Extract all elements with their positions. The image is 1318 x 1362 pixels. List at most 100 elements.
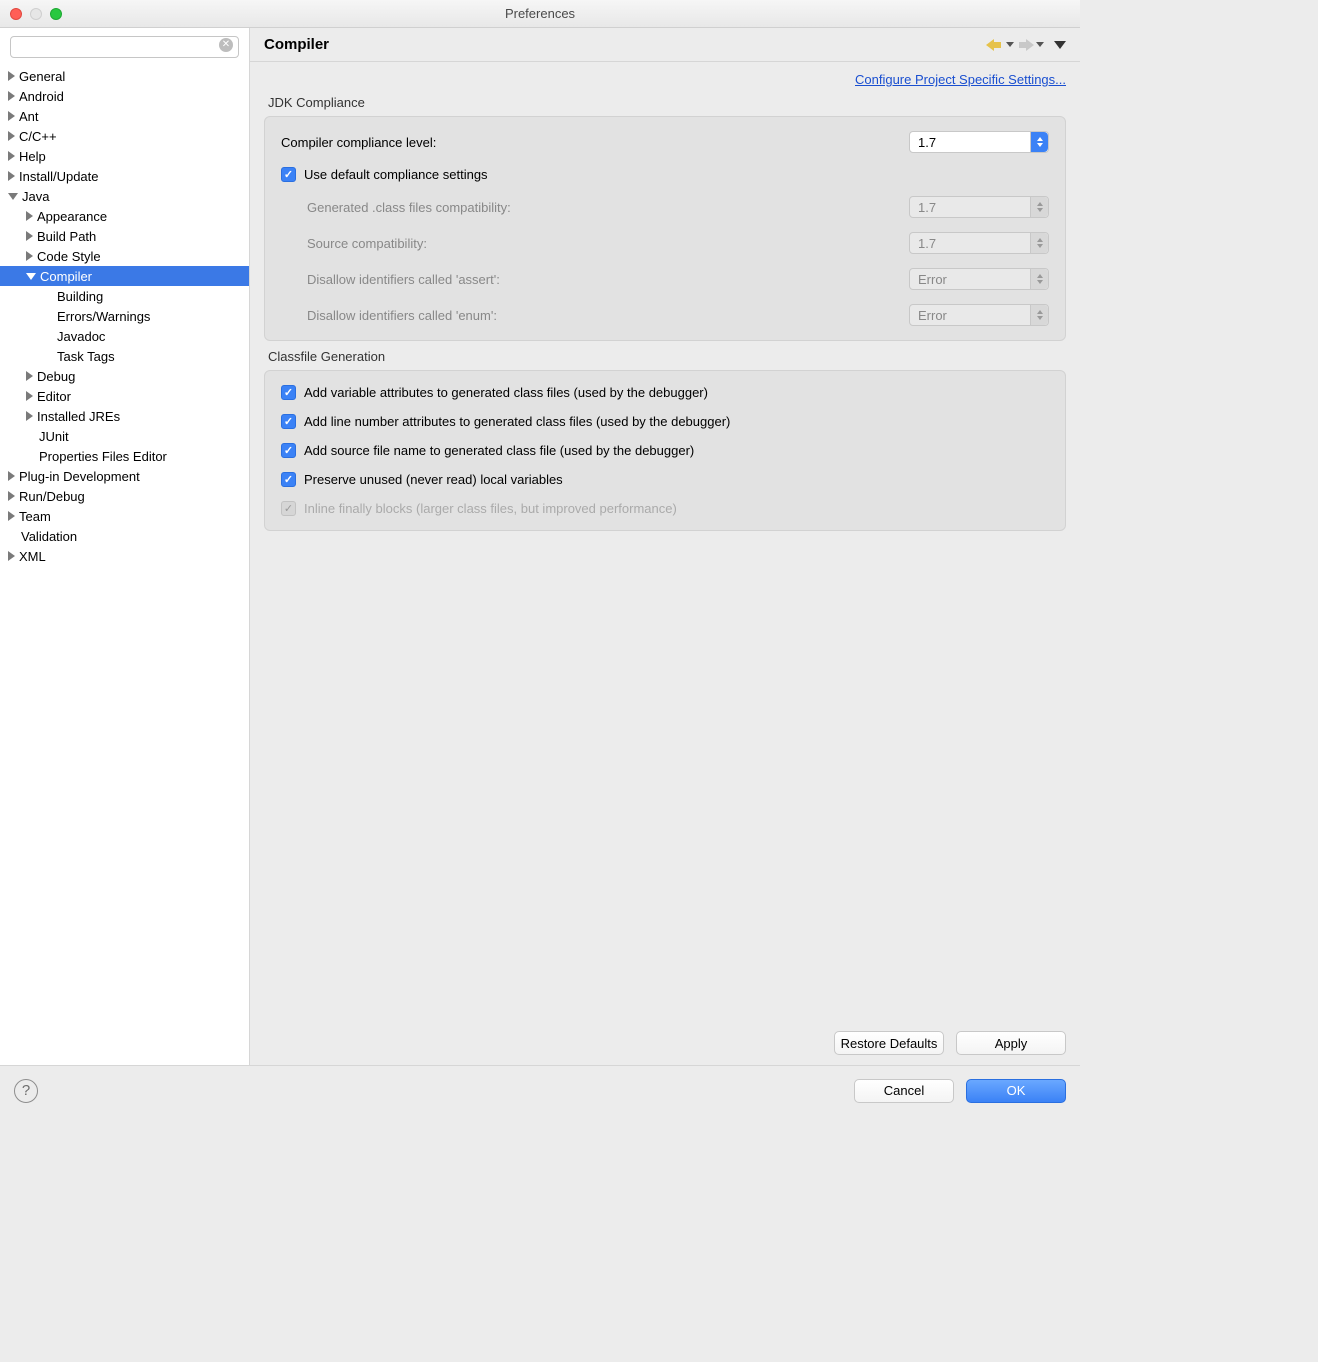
spacer-icon	[44, 311, 53, 321]
tree-item[interactable]: Run/Debug	[0, 486, 249, 506]
disclosure-right-icon[interactable]	[26, 231, 33, 241]
tree-item[interactable]: Errors/Warnings	[0, 306, 249, 326]
compliance-level-value: 1.7	[918, 135, 936, 150]
disclosure-right-icon[interactable]	[8, 491, 15, 501]
view-menu-icon[interactable]	[1054, 41, 1066, 49]
tree-item[interactable]: Debug	[0, 366, 249, 386]
chevron-down-icon	[1006, 42, 1014, 47]
restore-defaults-button[interactable]: Restore Defaults	[834, 1031, 944, 1055]
disallow-enum-label: Disallow identifiers called 'enum':	[307, 308, 909, 323]
tree-item-label: Validation	[21, 529, 77, 544]
chevron-down-icon	[1036, 42, 1044, 47]
tree-item[interactable]: Build Path	[0, 226, 249, 246]
disclosure-right-icon[interactable]	[26, 371, 33, 381]
nav-forward-button[interactable]	[1016, 38, 1044, 52]
tree-item[interactable]: C/C++	[0, 126, 249, 146]
disclosure-right-icon[interactable]	[8, 111, 15, 121]
disclosure-right-icon[interactable]	[8, 131, 15, 141]
sidebar: ✕ General Android Ant C/C++ Help Install/Upda…	[0, 28, 250, 1065]
generated-compat-value: 1.7	[918, 200, 936, 215]
tree-item-label: Building	[57, 289, 103, 304]
jdk-compliance-panel: Compiler compliance level: 1.7 Use defau…	[264, 116, 1066, 341]
tree-item-label: Code Style	[37, 249, 101, 264]
spacer-icon	[44, 351, 53, 361]
tree-item[interactable]: Ant	[0, 106, 249, 126]
tree-item-label: JUnit	[39, 429, 69, 444]
tree-item-label: Help	[19, 149, 46, 164]
disclosure-right-icon[interactable]	[8, 151, 15, 161]
add-source-file-checkbox[interactable]	[281, 443, 296, 458]
tree-item-label: Task Tags	[57, 349, 115, 364]
preserve-unused-checkbox[interactable]	[281, 472, 296, 487]
arrow-forward-icon	[1016, 38, 1034, 52]
disclosure-right-icon[interactable]	[8, 91, 15, 101]
preference-tree[interactable]: General Android Ant C/C++ Help Install/Update…	[0, 66, 249, 1065]
add-var-attrs-checkbox[interactable]	[281, 385, 296, 400]
tree-item[interactable]: XML	[0, 546, 249, 566]
disclosure-right-icon[interactable]	[8, 171, 15, 181]
add-line-number-label: Add line number attributes to generated …	[304, 414, 730, 429]
tree-item-label: Android	[19, 89, 64, 104]
tree-item-label: General	[19, 69, 65, 84]
disclosure-right-icon[interactable]	[8, 71, 15, 81]
spacer-icon	[26, 451, 35, 461]
tree-item[interactable]: Java	[0, 186, 249, 206]
jdk-section-label: JDK Compliance	[268, 95, 1066, 110]
generated-compat-label: Generated .class files compatibility:	[307, 200, 909, 215]
tree-item-label: Plug-in Development	[19, 469, 140, 484]
disclosure-right-icon[interactable]	[26, 391, 33, 401]
tree-item[interactable]: Validation	[0, 526, 249, 546]
tree-item[interactable]: Building	[0, 286, 249, 306]
disclosure-down-icon[interactable]	[26, 273, 36, 280]
use-default-checkbox[interactable]	[281, 167, 296, 182]
tree-item[interactable]: Plug-in Development	[0, 466, 249, 486]
tree-item[interactable]: General	[0, 66, 249, 86]
disclosure-right-icon[interactable]	[26, 411, 33, 421]
tree-item-label: Compiler	[40, 269, 92, 284]
spacer-icon	[8, 531, 17, 541]
tree-item-label: Ant	[19, 109, 39, 124]
window-title: Preferences	[0, 6, 1080, 21]
cancel-button[interactable]: Cancel	[854, 1079, 954, 1103]
classfile-panel: Add variable attributes to generated cla…	[264, 370, 1066, 531]
tree-item-label: Install/Update	[19, 169, 99, 184]
compliance-level-select[interactable]: 1.7	[909, 131, 1049, 153]
inline-finally-checkbox	[281, 501, 296, 516]
source-compat-select: 1.7	[909, 232, 1049, 254]
add-var-attrs-label: Add variable attributes to generated cla…	[304, 385, 708, 400]
disclosure-down-icon[interactable]	[8, 193, 18, 200]
apply-button[interactable]: Apply	[956, 1031, 1066, 1055]
tree-item[interactable]: Editor	[0, 386, 249, 406]
tree-item[interactable]: JUnit	[0, 426, 249, 446]
disclosure-right-icon[interactable]	[26, 251, 33, 261]
tree-item[interactable]: Compiler	[0, 266, 249, 286]
tree-item[interactable]: Properties Files Editor	[0, 446, 249, 466]
tree-item-label: C/C++	[19, 129, 57, 144]
tree-item[interactable]: Android	[0, 86, 249, 106]
tree-item[interactable]: Code Style	[0, 246, 249, 266]
tree-item[interactable]: Help	[0, 146, 249, 166]
tree-item[interactable]: Task Tags	[0, 346, 249, 366]
filter-input[interactable]	[10, 36, 239, 58]
tree-item[interactable]: Team	[0, 506, 249, 526]
tree-item-label: XML	[19, 549, 46, 564]
disclosure-right-icon[interactable]	[26, 211, 33, 221]
tree-item[interactable]: Javadoc	[0, 326, 249, 346]
ok-button[interactable]: OK	[966, 1079, 1066, 1103]
tree-item[interactable]: Installed JREs	[0, 406, 249, 426]
dropdown-handle-icon	[1030, 305, 1048, 325]
add-line-number-checkbox[interactable]	[281, 414, 296, 429]
nav-back-button[interactable]	[986, 38, 1014, 52]
disallow-assert-label: Disallow identifiers called 'assert':	[307, 272, 909, 287]
disclosure-right-icon[interactable]	[8, 511, 15, 521]
disclosure-right-icon[interactable]	[8, 471, 15, 481]
clear-filter-icon[interactable]: ✕	[219, 38, 233, 52]
tree-item[interactable]: Appearance	[0, 206, 249, 226]
tree-item[interactable]: Install/Update	[0, 166, 249, 186]
inline-finally-label: Inline finally blocks (larger class file…	[304, 501, 677, 516]
configure-project-link[interactable]: Configure Project Specific Settings...	[855, 72, 1066, 87]
dropdown-handle-icon	[1030, 233, 1048, 253]
spacer-icon	[44, 291, 53, 301]
disclosure-right-icon[interactable]	[8, 551, 15, 561]
help-button[interactable]: ?	[14, 1079, 38, 1103]
